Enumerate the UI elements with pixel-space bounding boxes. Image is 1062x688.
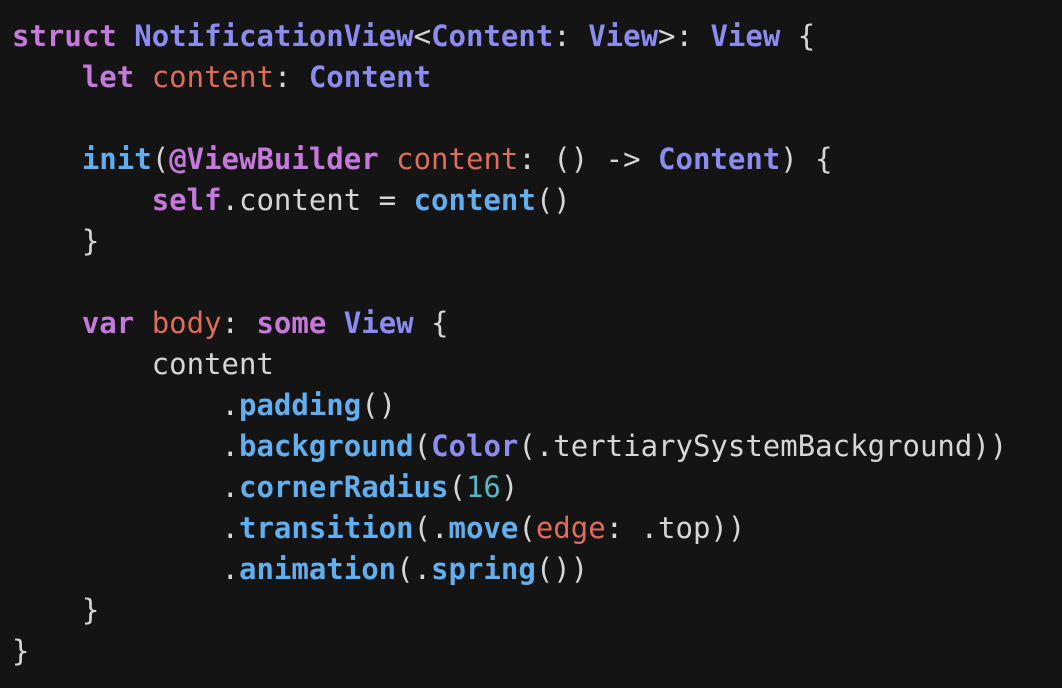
number-literal: 16	[465, 470, 501, 504]
parameter-name: content	[151, 60, 274, 94]
code-text: .	[12, 511, 239, 545]
code-text: .	[12, 470, 239, 504]
code-text: ())	[535, 552, 589, 586]
code-text: : () ->	[518, 142, 659, 176]
code-text: <	[413, 19, 432, 53]
code-line[interactable]: let content: Content	[12, 57, 1062, 98]
code-line[interactable]: .transition(.move(edge: .top))	[12, 508, 1062, 549]
function-name: cornerRadius	[238, 470, 449, 504]
code-text: {	[780, 19, 816, 53]
code-line[interactable]: .background(Color(.tertiarySystemBackgro…	[12, 426, 1062, 467]
function-name: background	[238, 429, 414, 463]
keyword: var	[81, 306, 135, 340]
code-line[interactable]: self.content = content()	[12, 180, 1062, 221]
code-text: {	[413, 306, 449, 340]
code-text: .content =	[221, 183, 414, 217]
code-text: (	[151, 142, 170, 176]
type-name: Content	[308, 60, 432, 94]
code-text: .	[12, 388, 239, 422]
code-text: }	[12, 593, 100, 627]
code-text: ()	[361, 388, 397, 422]
code-line[interactable]: .animation(.spring())	[12, 549, 1062, 590]
code-text: (.	[413, 511, 449, 545]
type-name: View	[588, 19, 659, 53]
keyword: struct	[12, 19, 117, 53]
keyword: let	[81, 60, 135, 94]
code-text: (.	[396, 552, 432, 586]
code-text: :	[273, 60, 309, 94]
function-name: animation	[238, 552, 397, 586]
code-editor[interactable]: struct NotificationView<Content: View>: …	[0, 0, 1062, 688]
code-text: :	[221, 306, 257, 340]
code-line[interactable]	[12, 98, 1062, 139]
function-name: content	[413, 183, 536, 217]
code-line[interactable]: }	[12, 631, 1062, 672]
function-name: move	[448, 511, 519, 545]
keyword: @ViewBuilder	[169, 142, 379, 176]
code-line[interactable]: struct NotificationView<Content: View>: …	[12, 16, 1062, 57]
function-name: padding	[238, 388, 362, 422]
type-name: NotificationView	[134, 19, 414, 53]
keyword: self	[151, 183, 222, 217]
parameter-name: edge	[535, 511, 606, 545]
code-block[interactable]: struct NotificationView<Content: View>: …	[12, 16, 1062, 672]
parameter-name: body	[151, 306, 222, 340]
code-text: content	[12, 347, 274, 381]
code-text: (.tertiarySystemBackground))	[518, 429, 1008, 463]
code-text: (	[518, 511, 536, 545]
code-line[interactable]: .cornerRadius(16)	[12, 467, 1062, 508]
code-line[interactable]: content	[12, 344, 1062, 385]
function-name: transition	[238, 511, 414, 545]
function-name: init	[81, 142, 152, 176]
code-text: .	[12, 552, 239, 586]
code-text: .	[12, 429, 239, 463]
code-text: ) {	[780, 142, 833, 176]
code-text: >:	[658, 19, 711, 53]
code-text: }	[12, 224, 100, 258]
code-line[interactable]: }	[12, 590, 1062, 631]
code-line[interactable]: .padding()	[12, 385, 1062, 426]
type-name: Color	[431, 429, 519, 463]
code-text: (	[448, 470, 466, 504]
code-text: )	[500, 470, 519, 504]
type-name: View	[710, 19, 781, 53]
code-text: }	[12, 634, 30, 668]
code-text: : .top))	[605, 511, 746, 545]
code-text: :	[553, 19, 589, 53]
type-name: View	[343, 306, 414, 340]
parameter-name: content	[396, 142, 519, 176]
code-line[interactable]	[12, 262, 1062, 303]
code-text: (	[413, 429, 432, 463]
function-name: spring	[431, 552, 536, 586]
keyword: some	[256, 306, 327, 340]
code-text: ()	[535, 183, 571, 217]
code-line[interactable]: init(@ViewBuilder content: () -> Content…	[12, 139, 1062, 180]
code-line[interactable]: }	[12, 221, 1062, 262]
code-line[interactable]: var body: some View {	[12, 303, 1062, 344]
type-name: Content	[658, 142, 781, 176]
type-name: Content	[431, 19, 554, 53]
